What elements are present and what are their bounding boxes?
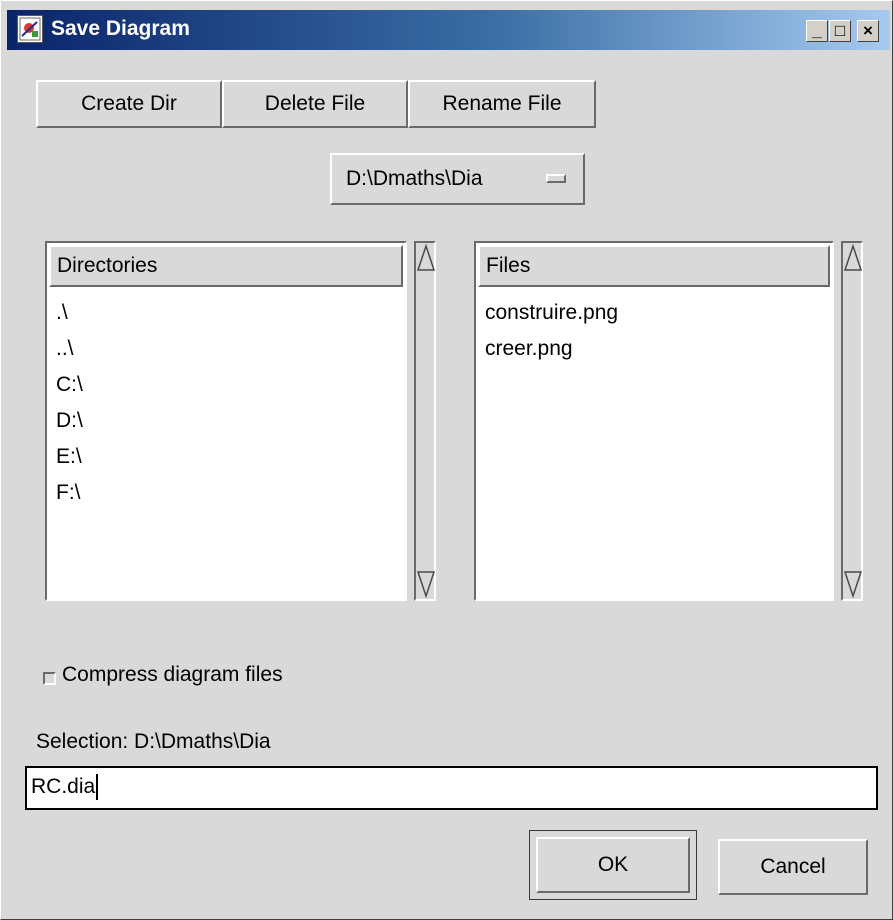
files-header: Files — [478, 245, 830, 287]
directory-list-item[interactable]: .\ — [56, 295, 83, 331]
directory-list-item[interactable]: E:\ — [56, 439, 83, 475]
rename-file-button[interactable]: Rename File — [408, 80, 596, 128]
save-diagram-dialog: Save Diagram _ □ × Create Dir Delete Fil… — [0, 0, 893, 920]
directory-list-item[interactable]: F:\ — [56, 475, 83, 511]
selection-label: Selection: D:\Dmaths\Dia — [36, 730, 271, 753]
directories-header: Directories — [49, 245, 403, 287]
scroll-up-arrow-icon[interactable] — [417, 244, 435, 272]
minimize-icon: _ — [812, 21, 822, 40]
directory-list-item[interactable]: ..\ — [56, 331, 83, 367]
file-list-item[interactable]: creer.png — [485, 331, 618, 367]
path-value: D:\Dmaths\Dia — [346, 167, 483, 190]
delete-file-button[interactable]: Delete File — [222, 80, 408, 128]
path-option-menu[interactable]: D:\Dmaths\Dia — [330, 153, 585, 205]
create-dir-button[interactable]: Create Dir — [36, 80, 222, 128]
option-menu-indicator-icon — [546, 174, 566, 183]
cancel-button[interactable]: Cancel — [718, 839, 868, 895]
filename-input[interactable]: RC.dia — [25, 766, 878, 810]
scroll-down-arrow-icon[interactable] — [844, 570, 862, 598]
title-bar[interactable]: Save Diagram _ □ × — [7, 10, 890, 50]
window-title: Save Diagram — [51, 17, 190, 40]
file-list-item[interactable]: construire.png — [485, 295, 618, 331]
directories-listbox[interactable]: Directories .\ ..\ C:\ D:\ E:\ F:\ — [45, 241, 407, 601]
text-caret — [96, 774, 99, 801]
maximize-button[interactable]: □ — [829, 20, 851, 42]
compress-checkbox[interactable] — [43, 672, 56, 685]
filename-value: RC.dia — [31, 775, 96, 798]
close-button[interactable]: × — [857, 20, 879, 42]
ok-default-ring: OK — [529, 830, 697, 900]
directory-list-item[interactable]: D:\ — [56, 403, 83, 439]
ok-button[interactable]: OK — [536, 837, 690, 893]
directories-scrollbar[interactable] — [414, 241, 436, 601]
compress-label[interactable]: Compress diagram files — [62, 663, 283, 687]
files-listbox[interactable]: Files construire.png creer.png — [474, 241, 834, 601]
scroll-down-arrow-icon[interactable] — [417, 570, 435, 598]
minimize-button[interactable]: _ — [806, 20, 828, 42]
scroll-up-arrow-icon[interactable] — [844, 244, 862, 272]
close-icon: × — [863, 21, 873, 40]
maximize-icon: □ — [834, 21, 846, 40]
directories-list: .\ ..\ C:\ D:\ E:\ F:\ — [56, 295, 83, 511]
files-list: construire.png creer.png — [485, 295, 618, 367]
files-scrollbar[interactable] — [841, 241, 863, 601]
directory-list-item[interactable]: C:\ — [56, 367, 83, 403]
diagram-app-icon — [17, 15, 43, 43]
